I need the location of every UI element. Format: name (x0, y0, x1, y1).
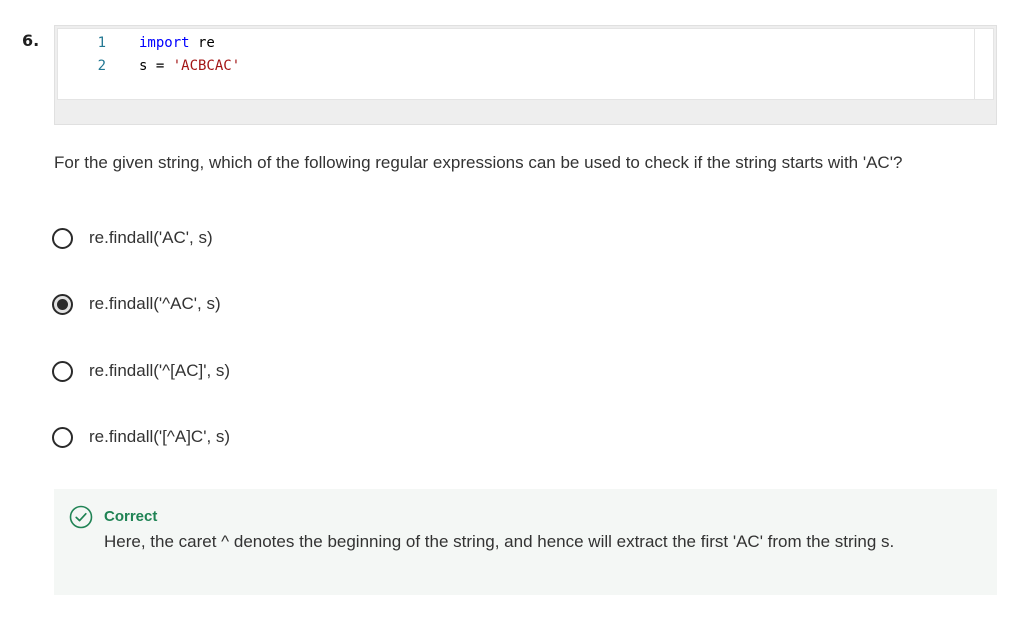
radio-button[interactable] (52, 426, 73, 448)
code-text: import re (139, 32, 215, 54)
option-label[interactable]: re.findall('^AC', s) (89, 294, 221, 314)
code-keyword: import (139, 35, 190, 51)
option-label[interactable]: re.findall('[^A]C', s) (89, 427, 230, 447)
option-4[interactable]: re.findall('[^A]C', s) (52, 424, 230, 450)
feedback-status: Correct (104, 508, 158, 525)
code-string: 'ACBCAC' (172, 58, 241, 74)
code-scrollbar[interactable] (974, 29, 993, 99)
code-block: 1 import re 2 s = 'ACBCAC' (54, 25, 997, 125)
code-token: s = (139, 58, 173, 74)
code-text: s = 'ACBCAC' (139, 55, 240, 77)
line-number: 2 (97, 58, 106, 74)
line-number: 1 (97, 35, 106, 51)
code-token: re (189, 35, 215, 51)
option-label[interactable]: re.findall('AC', s) (89, 228, 213, 248)
option-3[interactable]: re.findall('^[AC]', s) (52, 358, 230, 384)
option-2[interactable]: re.findall('^AC', s) (52, 291, 221, 317)
option-label[interactable]: re.findall('^[AC]', s) (89, 361, 230, 381)
feedback-explanation: Here, the caret ^ denotes the beginning … (104, 532, 895, 551)
radio-button[interactable] (52, 360, 73, 382)
check-circle-icon (69, 505, 93, 529)
feedback-panel: Correct Here, the caret ^ denotes the be… (54, 489, 997, 595)
question-number: 6. (22, 31, 40, 50)
radio-button-selected[interactable] (52, 293, 73, 315)
question-text: For the given string, which of the follo… (54, 153, 903, 172)
code-editor: 1 import re 2 s = 'ACBCAC' (57, 28, 994, 100)
radio-button[interactable] (52, 227, 73, 249)
option-1[interactable]: re.findall('AC', s) (52, 225, 213, 251)
